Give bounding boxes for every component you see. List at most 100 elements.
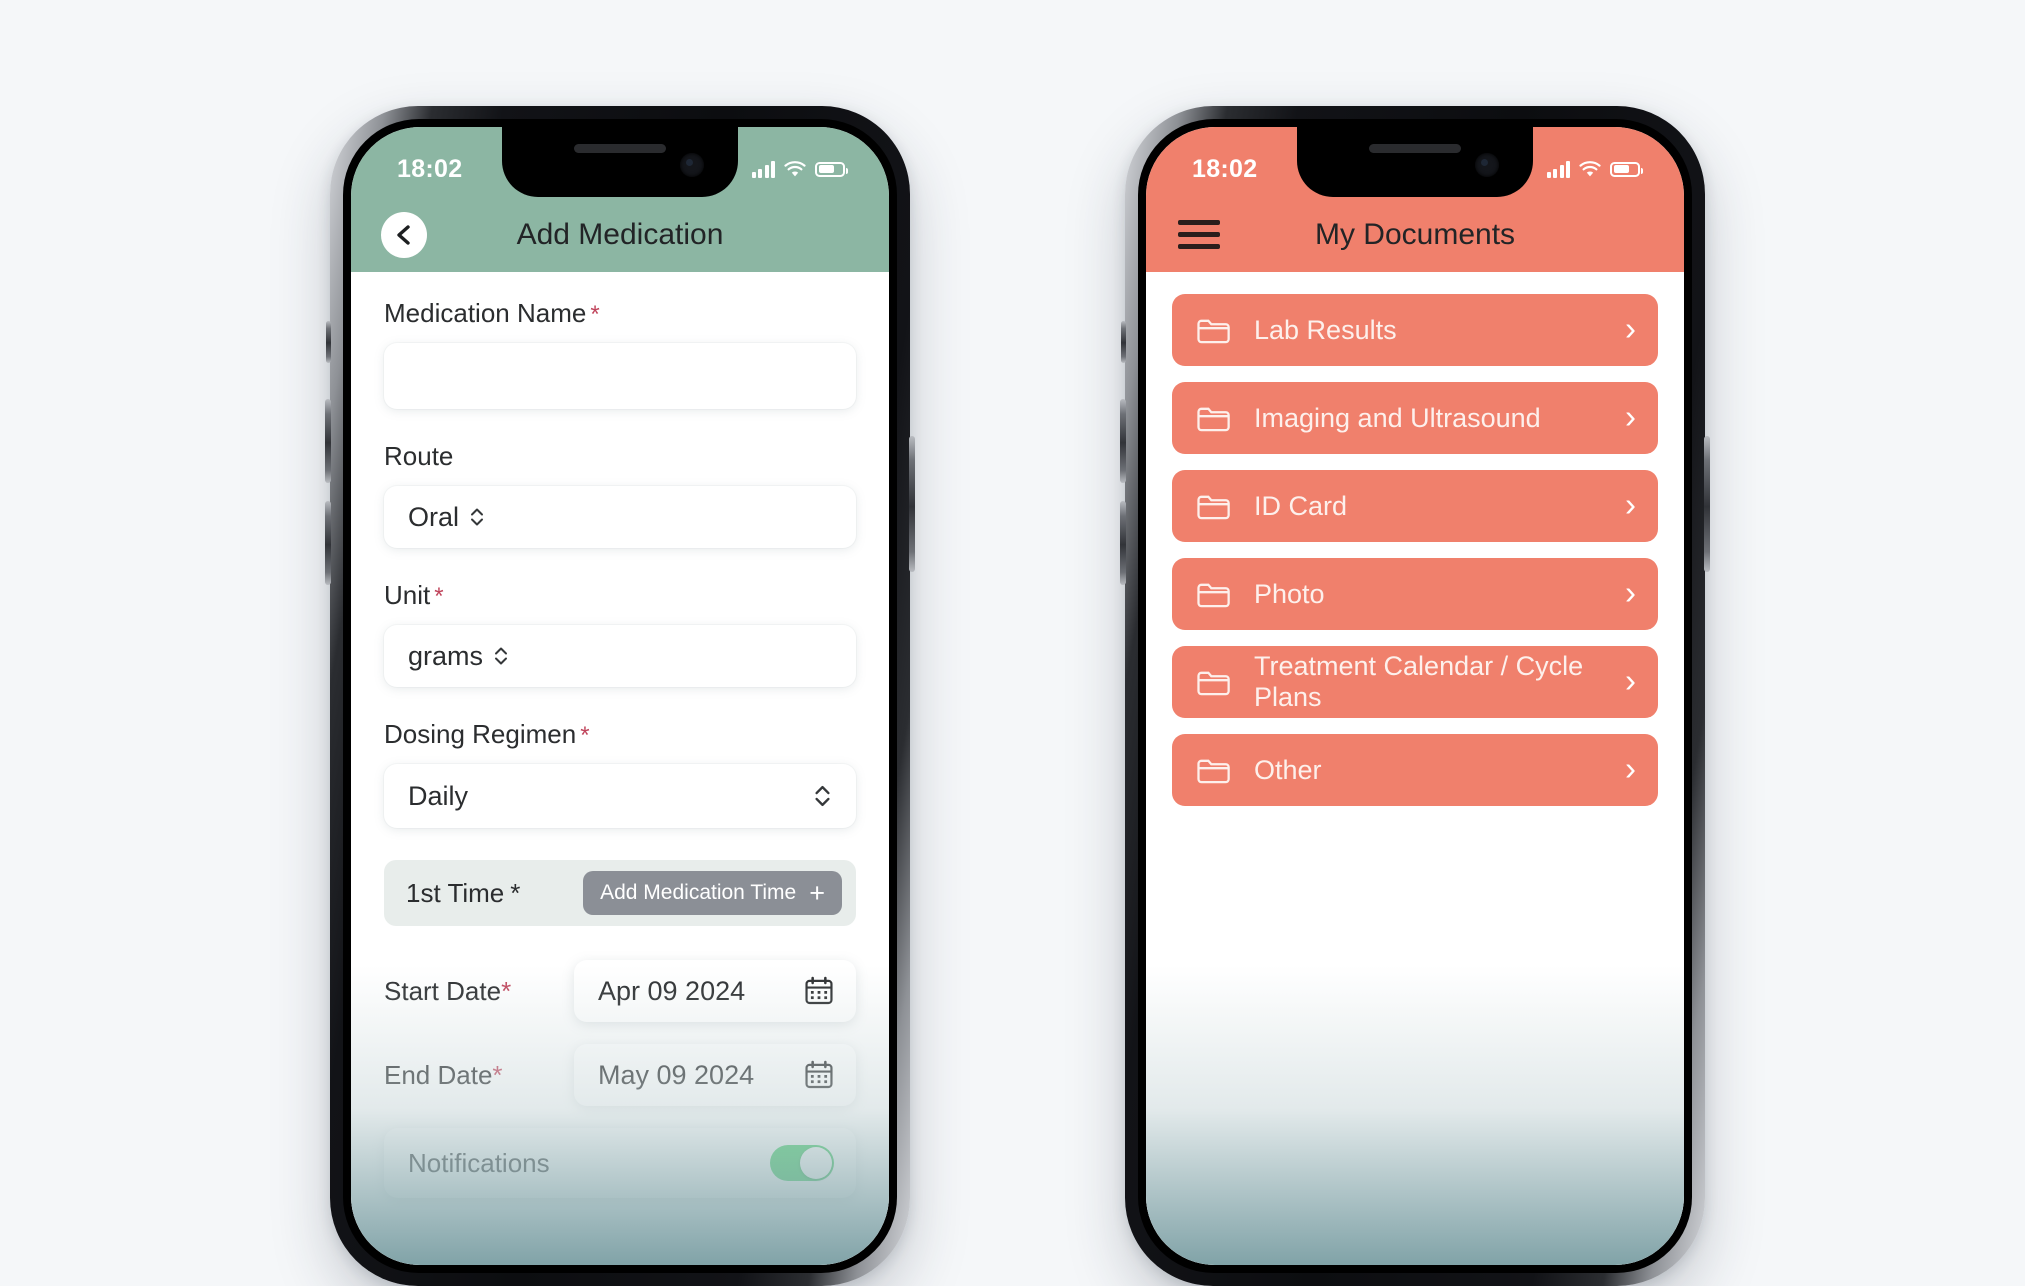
volume-down-button[interactable]: [325, 501, 331, 585]
earpiece-speaker: [574, 144, 666, 153]
dosing-regimen-label: Dosing Regimen *: [384, 719, 856, 750]
device-notch: [502, 127, 738, 197]
label-text: Medication Name: [384, 298, 587, 328]
first-time-row: 1st Time * Add Medication Time +: [384, 860, 856, 926]
required-asterisk: *: [434, 583, 444, 610]
unit-select[interactable]: grams: [384, 625, 856, 687]
hamburger-menu-icon[interactable]: [1176, 220, 1220, 249]
power-button[interactable]: [909, 436, 915, 572]
front-camera: [680, 153, 704, 177]
medication-form-scroll[interactable]: Medication Name * Route Oral Unit * gram…: [351, 272, 889, 1265]
label-text: Start Date: [384, 975, 502, 1006]
list-item[interactable]: Treatment Calendar / Cycle Plans ›: [1172, 646, 1658, 718]
chevron-right-icon: ›: [1625, 486, 1636, 523]
battery-icon: [815, 161, 848, 177]
unit-value: grams: [408, 640, 484, 671]
chevron-right-icon: ›: [1625, 750, 1636, 787]
chevron-up-down-icon: [493, 645, 509, 667]
screenshot-canvas: 18:02 Add Medication Medication Name * R…: [0, 0, 2025, 1286]
earpiece-speaker: [1369, 144, 1461, 153]
mute-switch-button[interactable]: [326, 321, 331, 363]
page-title: Add Medication: [516, 217, 724, 251]
notifications-row[interactable]: Notifications: [384, 1128, 856, 1198]
label-text: 1st Time: [406, 877, 505, 908]
folder-icon: [1197, 407, 1230, 432]
volume-down-button[interactable]: [1120, 501, 1126, 585]
list-item-label: Photo: [1254, 578, 1325, 609]
status-icon-group: [1546, 160, 1643, 178]
add-medication-time-button[interactable]: Add Medication Time +: [583, 871, 842, 915]
start-date-picker[interactable]: Apr 09 2024: [574, 960, 856, 1022]
required-asterisk: *: [510, 877, 521, 908]
folder-icon: [1197, 319, 1230, 344]
dosing-regimen-select[interactable]: Daily: [384, 764, 856, 828]
phone-device-right: 18:02 My Documents Lab Results › Imaging…: [1120, 106, 1710, 1286]
route-label: Route: [384, 441, 856, 472]
notifications-toggle[interactable]: [770, 1145, 834, 1181]
calendar-icon: [805, 1060, 833, 1089]
list-item-label: ID Card: [1254, 490, 1348, 521]
app-bar-right: My Documents: [1146, 197, 1684, 272]
chevron-up-down-icon: [469, 506, 485, 528]
phone-bezel-left: 18:02 Add Medication Medication Name * R…: [343, 119, 897, 1273]
list-item[interactable]: Imaging and Ultrasound ›: [1172, 382, 1658, 454]
dosing-regimen-value: Daily: [408, 780, 469, 811]
front-camera: [1475, 153, 1499, 177]
medication-name-input[interactable]: [384, 343, 856, 409]
phone-device-left: 18:02 Add Medication Medication Name * R…: [325, 106, 915, 1286]
documents-list: Lab Results › Imaging and Ultrasound › I…: [1146, 272, 1684, 806]
page-title: My Documents: [1314, 217, 1516, 251]
wifi-icon: [1579, 160, 1601, 176]
list-item[interactable]: Other ›: [1172, 734, 1658, 806]
list-item[interactable]: Lab Results ›: [1172, 294, 1658, 366]
unit-label: Unit *: [384, 580, 856, 611]
volume-up-button[interactable]: [325, 399, 331, 483]
mute-switch-button[interactable]: [1121, 321, 1126, 363]
back-button[interactable]: [381, 211, 427, 258]
add-medication-time-label: Add Medication Time: [600, 881, 797, 904]
chevron-left-icon: [397, 224, 410, 245]
scroll-fade-overlay: [1146, 965, 1684, 1265]
first-time-label: 1st Time *: [406, 878, 520, 909]
medication-name-label: Medication Name *: [384, 298, 856, 329]
medication-form: Medication Name * Route Oral Unit * gram…: [351, 272, 889, 1198]
wifi-icon: [784, 160, 806, 176]
folder-icon: [1197, 495, 1230, 520]
start-date-row: Start Date * Apr 09 2024: [384, 960, 856, 1022]
chevron-right-icon: ›: [1625, 310, 1636, 347]
route-value: Oral: [408, 501, 460, 532]
power-button[interactable]: [1704, 436, 1710, 572]
unit-value-wrap: grams: [408, 641, 509, 672]
chevron-right-icon: ›: [1625, 398, 1636, 435]
chevron-right-icon: ›: [1625, 662, 1636, 699]
list-item-label: Other: [1254, 754, 1322, 785]
volume-up-button[interactable]: [1120, 399, 1126, 483]
required-asterisk: *: [590, 301, 600, 328]
cellular-bars-icon: [1546, 160, 1570, 178]
status-time: 18:02: [397, 154, 463, 183]
calendar-icon: [805, 976, 833, 1005]
list-item-label: Imaging and Ultrasound: [1254, 402, 1541, 433]
device-notch: [1297, 127, 1533, 197]
list-item[interactable]: Photo ›: [1172, 558, 1658, 630]
screen-add-medication: 18:02 Add Medication Medication Name * R…: [351, 127, 889, 1265]
toggle-knob: [800, 1147, 832, 1179]
route-select[interactable]: Oral: [384, 486, 856, 548]
battery-icon: [1610, 161, 1643, 177]
documents-scroll[interactable]: Lab Results › Imaging and Ultrasound › I…: [1146, 272, 1684, 1265]
folder-icon: [1197, 583, 1230, 608]
plus-icon: +: [809, 877, 825, 908]
end-date-picker[interactable]: May 09 2024: [574, 1044, 856, 1106]
chevron-up-down-icon: [813, 783, 832, 809]
start-date-value: Apr 09 2024: [598, 975, 746, 1006]
list-item-label: Lab Results: [1254, 314, 1397, 345]
list-item[interactable]: ID Card ›: [1172, 470, 1658, 542]
phone-bezel-right: 18:02 My Documents Lab Results › Imaging…: [1138, 119, 1692, 1273]
label-text: Route: [384, 441, 454, 471]
route-value-wrap: Oral: [408, 502, 485, 533]
label-text: Dosing Regimen: [384, 719, 577, 749]
label-text: Unit: [384, 580, 431, 610]
folder-icon: [1197, 671, 1230, 696]
app-bar-left: Add Medication: [351, 197, 889, 272]
cellular-bars-icon: [751, 160, 775, 178]
